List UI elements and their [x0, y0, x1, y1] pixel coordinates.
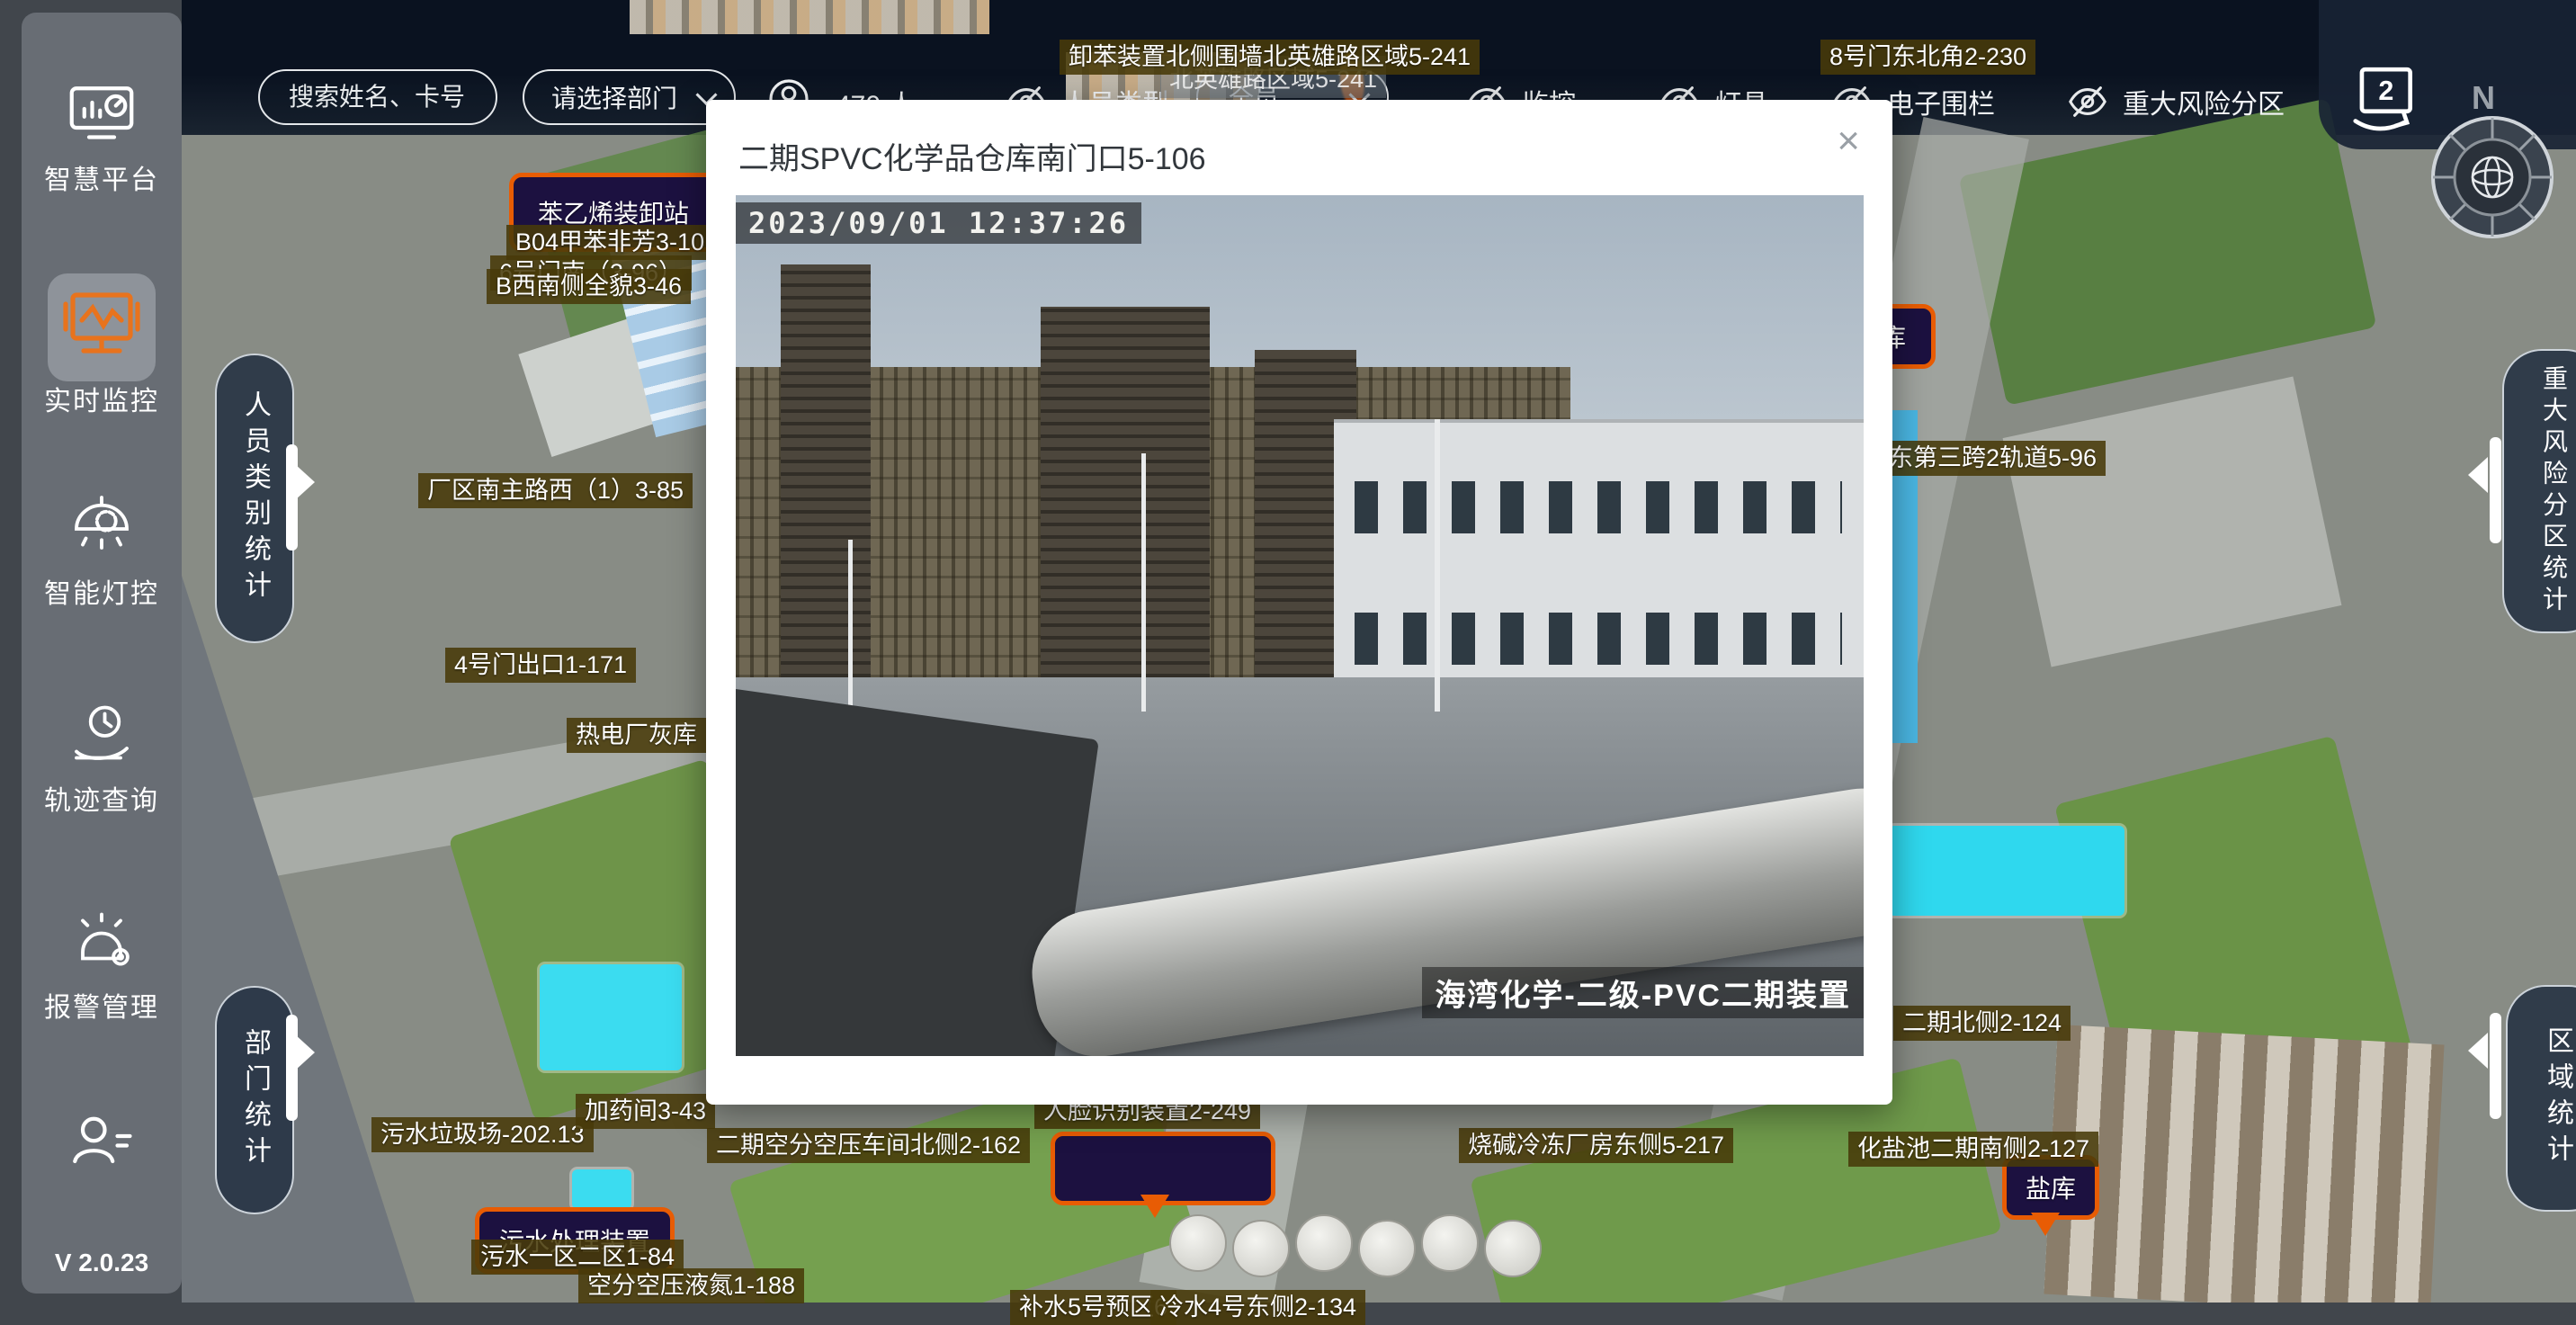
sidebar-item-alarm[interactable]: 报警管理: [22, 905, 182, 1025]
map-camera-label[interactable]: 卸苯装置北侧围墙北英雄路区域5-241: [1060, 40, 1480, 75]
photo-tower: [1041, 307, 1210, 677]
sidebar-item-realtime-monitor[interactable]: 实时监控: [22, 282, 182, 418]
collapse-handle-arrow-icon: [295, 1034, 315, 1070]
sidebar-item-smart-light[interactable]: 智能灯控: [22, 491, 182, 611]
map-tank: [1232, 1220, 1290, 1277]
map-tank: [1358, 1220, 1416, 1277]
photo-lamp-pole: [1141, 453, 1146, 712]
map-edge-wedge: [182, 576, 416, 1303]
department-select-value: 请选择部门: [551, 79, 677, 115]
compass[interactable]: [2425, 110, 2560, 249]
smart-light-icon: [64, 555, 139, 570]
map-camera-label[interactable]: 4号门出口1-171: [445, 648, 636, 683]
department-select[interactable]: 请选择部门: [523, 69, 736, 125]
toggle-major-risk[interactable]: 重大风险分区: [2067, 81, 2285, 122]
view-2d-icon: 2: [2346, 63, 2423, 140]
collapse-handle[interactable]: [2490, 437, 2501, 543]
map-camera-label[interactable]: 冷水4号东侧2-134: [1150, 1290, 1365, 1325]
panel-tab-area-stats[interactable]: 区域统计: [2506, 985, 2576, 1212]
sidebar-item-label: 实时监控: [22, 379, 182, 418]
search-field[interactable]: [258, 69, 497, 125]
panel-tab-person-category-stats[interactable]: 人员类别统计: [215, 354, 294, 643]
map-tank: [1169, 1214, 1227, 1272]
panel-tab-label: 重大风险分区统计: [2541, 365, 2566, 617]
sidebar-item-platform[interactable]: 智慧平台: [22, 77, 182, 197]
map-area-label-text: 盐库: [2026, 1169, 2076, 1205]
eye-off-icon: [2067, 81, 2108, 122]
panel-tab-label: 人员类别统计: [241, 390, 268, 606]
map-camera-label[interactable]: 8号门东北角2-230: [1820, 40, 2035, 75]
photo-timestamp: 2023/09/01 12:37:26: [736, 202, 1141, 244]
panel-tab-major-risk-zone-stats[interactable]: 重大风险分区统计: [2502, 349, 2576, 633]
view-2d-toggle[interactable]: 2: [2346, 63, 2423, 145]
toggle-label: 重大风险分区: [2123, 82, 2285, 121]
map-pool: [1889, 826, 2124, 916]
collapse-handle-arrow-icon: [2468, 457, 2488, 493]
panel-tab-label: 部门统计: [241, 1028, 268, 1172]
camera-popup: 二期SPVC化学品仓库南门口5-106 × 2023/09/01 12:37:2…: [706, 100, 1892, 1105]
sidebar: 智慧平台 实时监控 智能灯控: [22, 13, 182, 1294]
map-pool: [572, 1169, 631, 1209]
toggle-label: 电子围栏: [1887, 82, 1995, 121]
photo-tower: [781, 264, 871, 677]
panel-tab-label: 区域统计: [2544, 1026, 2571, 1170]
map-camera-label[interactable]: 烧碱冷冻厂房东侧5-217: [1459, 1128, 1733, 1163]
map-tank: [1484, 1220, 1542, 1277]
map-camera-label[interactable]: 空分空压液氮1-188: [578, 1268, 804, 1303]
photo-window-row: [1355, 481, 1842, 533]
collapse-handle[interactable]: [2490, 1013, 2501, 1119]
trajectory-query-icon: [64, 762, 139, 777]
photo-lamp-pole: [1435, 419, 1440, 712]
map-shape: [630, 0, 989, 34]
map-camera-label[interactable]: 热电厂灰库: [567, 718, 706, 753]
collapse-handle-arrow-icon: [295, 464, 315, 500]
map-camera-label[interactable]: 二期北侧2-124: [1893, 1006, 2071, 1041]
map-camera-label[interactable]: 化盐池二期南侧2-127: [1848, 1132, 2098, 1167]
panel-tab-department-stats[interactable]: 部门统计: [215, 986, 294, 1214]
sidebar-item-label: 智慧平台: [22, 157, 182, 197]
map-camera-label[interactable]: 东第三跨2轨道5-96: [1880, 441, 2106, 476]
search-input[interactable]: [287, 82, 469, 112]
realtime-monitor-icon: [58, 357, 145, 372]
map-pool: [540, 964, 682, 1070]
map-camera-label[interactable]: 加药间3-43: [576, 1094, 715, 1129]
app-version: V 2.0.23: [22, 1249, 182, 1277]
map-pin-pointer: [1140, 1195, 1169, 1218]
sidebar-item-trajectory[interactable]: 轨迹查询: [22, 698, 182, 818]
sidebar-item-contacts[interactable]: [22, 1105, 182, 1185]
camera-popup-title: 二期SPVC化学品仓库南门口5-106: [738, 134, 1206, 178]
person-list-icon: [64, 1168, 139, 1184]
sidebar-item-label: 智能灯控: [22, 571, 182, 611]
map-warehouse-roof: [2044, 1025, 2444, 1303]
map-pin-pointer: [2031, 1213, 2060, 1236]
map-tank: [1295, 1214, 1353, 1272]
map-camera-label[interactable]: 污水垃圾场-202.13: [371, 1117, 594, 1152]
sidebar-item-label: 报警管理: [22, 985, 182, 1025]
map-camera-label[interactable]: B西南侧全貌3-46: [487, 269, 691, 304]
collapse-handle-arrow-icon: [2468, 1033, 2488, 1069]
sidebar-item-label: 轨迹查询: [22, 778, 182, 818]
svg-text:2: 2: [2378, 76, 2393, 106]
map-tank: [1421, 1214, 1479, 1272]
smart-platform-icon: [64, 141, 139, 157]
map-camera-label[interactable]: 二期空分空压车间北侧2-162: [707, 1128, 1030, 1163]
photo-watermark: 海湾化学-二级-PVC二期装置: [1422, 967, 1864, 1018]
alarm-management-icon: [64, 969, 139, 984]
map-camera-label[interactable]: 厂区南主路西（1）3-85: [418, 473, 693, 508]
photo-window-row: [1355, 613, 1842, 665]
map-building: [2003, 377, 2342, 667]
camera-photo: 2023/09/01 12:37:26 海湾化学-二级-PVC二期装置: [736, 195, 1864, 1056]
close-icon[interactable]: ×: [1837, 121, 1860, 161]
